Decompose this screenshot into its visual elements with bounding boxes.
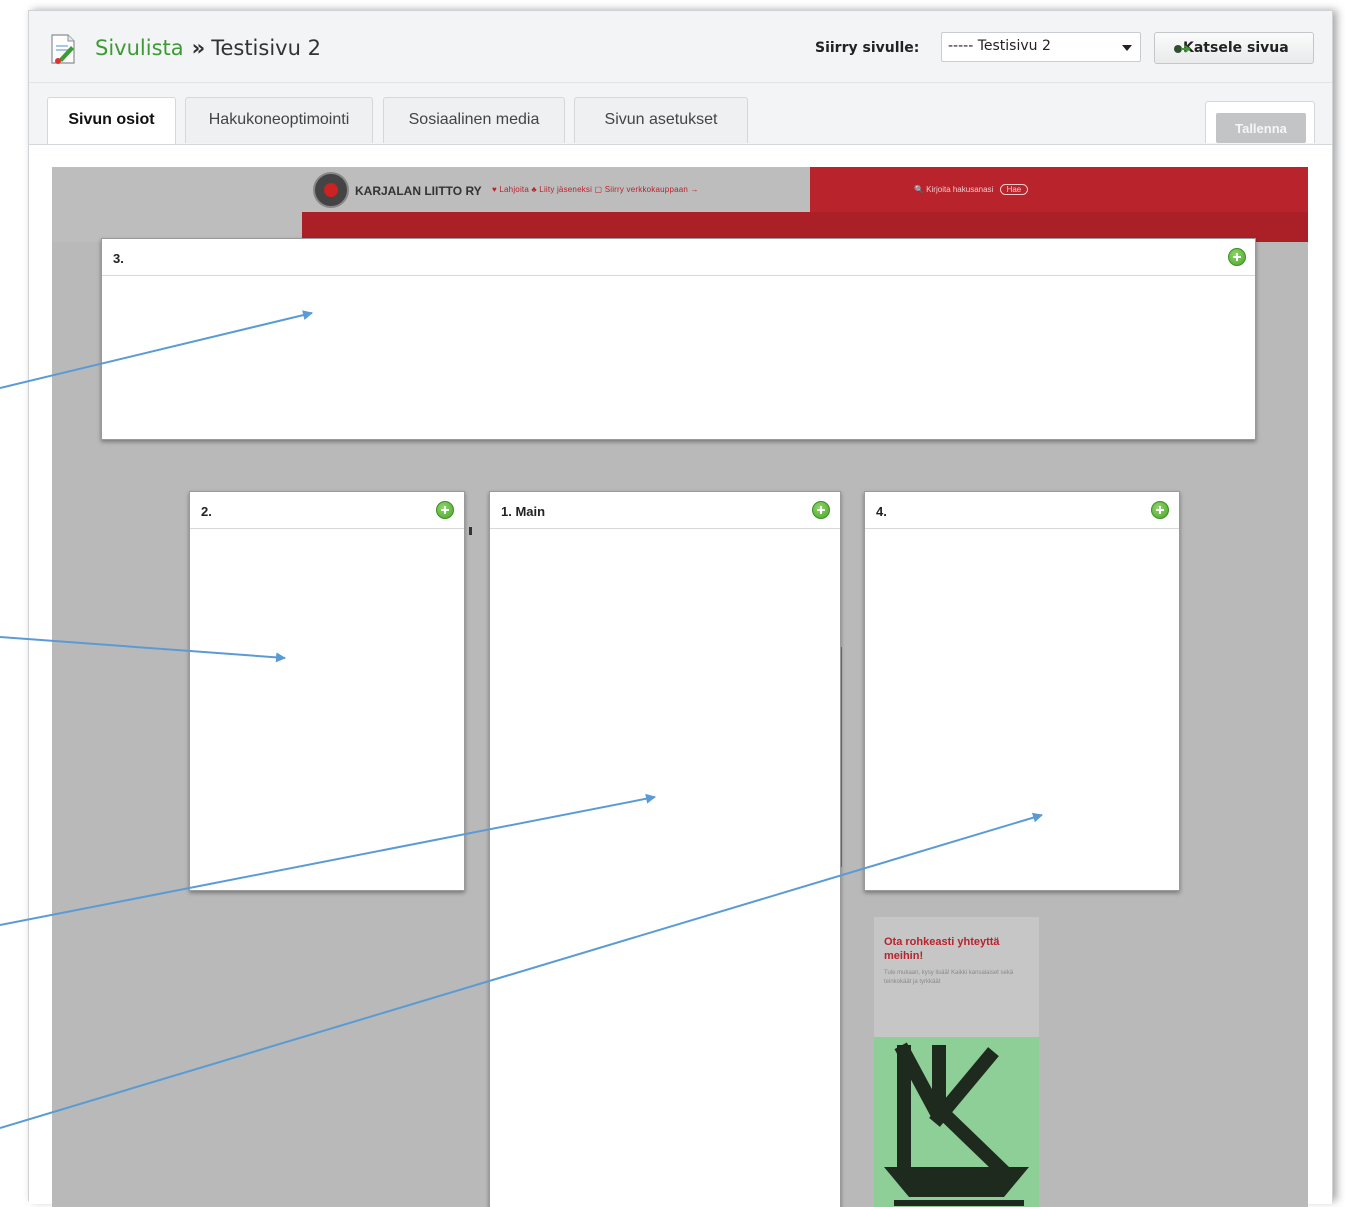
eye-arrow-icon xyxy=(1174,45,1191,53)
preview-marker xyxy=(469,527,472,535)
view-page-button[interactable]: Katsele sivua xyxy=(1154,32,1314,64)
section-1-label: 1. Main xyxy=(501,504,546,519)
breadcrumb-link-sivulista[interactable]: Sivulista xyxy=(95,36,184,60)
tab-sosiaalinen-media[interactable]: Sosiaalinen media xyxy=(383,97,565,143)
site-search-preview: 🔍 Kirjoita hakusanasi Hae xyxy=(914,184,1029,195)
top-bar: Sivulista » Testisivu 2 Siirry sivulle: --… xyxy=(29,11,1332,83)
section-3[interactable]: 3. xyxy=(101,238,1256,440)
promo-text: Tule mukaan, kysy lisää! Kaikki kansalai… xyxy=(884,970,1014,985)
page-layout-preview: KARJALAN LIITTO RY ♥ Lahjoita ♣ Liity jä… xyxy=(52,167,1308,1207)
page-editor-window: Sivulista » Testisivu 2 Siirry sivulle: --… xyxy=(28,10,1333,1207)
karelian-ship-logo-icon xyxy=(884,1042,1029,1206)
site-search-button: Hae xyxy=(999,184,1029,195)
site-header-links: ♥ Lahjoita ♣ Liity jäseneksi ▢ Siirry ve… xyxy=(492,185,699,194)
breadcrumb-current-page: Testisivu 2 xyxy=(211,36,321,60)
app-root: Sivulista » Testisivu 2 Siirry sivulle: --… xyxy=(0,0,1345,1207)
breadcrumb: Sivulista » Testisivu 2 xyxy=(95,36,321,60)
site-search-text: 🔍 Kirjoita hakusanasi xyxy=(914,185,994,194)
section-2[interactable]: 2. xyxy=(189,491,465,891)
goto-page-label: Siirry sivulle: xyxy=(815,40,920,56)
goto-page-select[interactable]: ----- Testisivu 2 xyxy=(941,32,1141,62)
site-title: KARJALAN LIITTO RY xyxy=(355,184,482,198)
sidebar-logo-image xyxy=(874,1037,1039,1207)
site-header-preview: KARJALAN LIITTO RY ♥ Lahjoita ♣ Liity jä… xyxy=(52,167,1308,242)
save-button[interactable]: Tallenna xyxy=(1216,113,1306,143)
tab-label: Sivun osiot xyxy=(68,111,155,128)
section-4-label: 4. xyxy=(876,504,887,519)
save-button-container: Tallenna xyxy=(1205,101,1315,143)
section-3-label: 3. xyxy=(113,251,124,266)
tab-hakukoneoptimointi[interactable]: Hakukoneoptimointi xyxy=(185,97,373,143)
breadcrumb-separator: » xyxy=(191,36,206,60)
page-edit-icon xyxy=(51,34,75,64)
site-logo-icon xyxy=(313,172,349,208)
promo-title: Ota rohkeasti yhteyttä meihin! xyxy=(884,936,1000,962)
tab-sivun-asetukset[interactable]: Sivun asetukset xyxy=(574,97,748,143)
tab-content: KARJALAN LIITTO RY ♥ Lahjoita ♣ Liity jä… xyxy=(29,144,1332,1207)
tab-label: Hakukoneoptimointi xyxy=(208,111,350,128)
section-4[interactable]: 4. xyxy=(864,491,1180,891)
goto-page-value: ----- Testisivu 2 xyxy=(948,38,1051,54)
section-4-header: 4. xyxy=(865,492,1179,529)
section-1-header: 1. Main xyxy=(490,492,840,529)
section-2-label: 2. xyxy=(201,504,212,519)
chevron-down-icon xyxy=(1122,45,1132,51)
section-1-main[interactable]: 1. Main xyxy=(489,491,841,1207)
add-content-icon[interactable] xyxy=(1151,501,1169,519)
section-3-header: 3. xyxy=(102,239,1255,276)
sidebar-promo-preview: Ota rohkeasti yhteyttä meihin! Tule muka… xyxy=(874,917,1039,1037)
section-2-header: 2. xyxy=(190,492,464,529)
tab-label: Sosiaalinen media xyxy=(408,111,540,128)
add-content-icon[interactable] xyxy=(436,501,454,519)
add-content-icon[interactable] xyxy=(812,501,830,519)
tab-label: Sivun asetukset xyxy=(604,111,718,128)
view-page-label: Katsele sivua xyxy=(1183,40,1289,56)
tab-sivun-osiot[interactable]: Sivun osiot xyxy=(47,97,176,145)
add-content-icon[interactable] xyxy=(1228,248,1246,266)
